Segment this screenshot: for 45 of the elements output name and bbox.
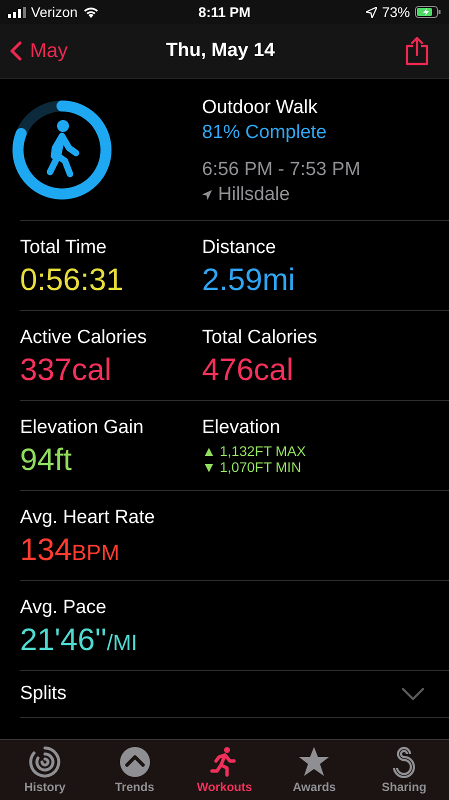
metric-value: 0:56:31 xyxy=(20,262,124,298)
share-button[interactable] xyxy=(404,36,429,66)
location-name: Hillsdale xyxy=(218,184,290,206)
chevron-left-icon xyxy=(10,41,22,61)
back-button[interactable]: May xyxy=(10,40,68,62)
elevation-range: ▲ 1,132FT MAX xyxy=(202,443,307,459)
completion-text: 81% Complete xyxy=(202,122,328,144)
metric-label: Distance xyxy=(202,237,277,259)
metric-value: 134BPM xyxy=(20,532,120,568)
metric-value: 21'46''/MI xyxy=(20,622,138,658)
metric-label: Elevation Gain xyxy=(20,417,145,439)
metric-value: 2.59mi xyxy=(202,262,296,298)
tab-item[interactable]: Trends xyxy=(94,746,175,794)
metric-label: Total Time xyxy=(20,237,108,259)
metric-label: Elevation xyxy=(202,417,282,439)
star-icon xyxy=(298,746,330,778)
walking-figure-icon xyxy=(46,120,80,177)
signal-icon xyxy=(8,6,26,18)
carrier-name: Verizon xyxy=(31,4,78,20)
metric-value: 476cal xyxy=(202,352,294,388)
tab-item[interactable]: Awards xyxy=(274,746,354,794)
tab-item[interactable]: Workouts xyxy=(184,746,264,794)
metric-value: 94ft xyxy=(20,442,73,478)
metric-label: Avg. Heart Rate xyxy=(20,507,156,529)
tab-item[interactable]: Sharing xyxy=(364,746,444,794)
chevron-up-circle-icon xyxy=(118,746,151,778)
metric-label: Avg. Pace xyxy=(20,597,108,619)
metric-label: Total Calories xyxy=(202,327,318,349)
location-arrow-icon xyxy=(366,6,377,18)
time-range: 6:56 PM - 7:53 PM xyxy=(202,159,360,181)
workout-name: Outdoor Walk xyxy=(202,97,318,119)
elevation-range: ▼ 1,070FT MIN xyxy=(202,459,302,475)
nav-title: Thu, May 14 xyxy=(166,40,275,62)
clock-time: 8:11 PM xyxy=(198,4,251,20)
battery-percent: 73% xyxy=(382,4,410,20)
location-arrow-icon xyxy=(202,190,212,200)
tab-item[interactable]: History xyxy=(4,746,85,794)
wifi-icon xyxy=(82,6,99,18)
rings-icon xyxy=(28,746,61,778)
battery-icon xyxy=(414,6,441,18)
share-icon xyxy=(404,36,429,66)
section-title[interactable]: Splits xyxy=(20,683,66,705)
metric-value: 337cal xyxy=(20,352,112,388)
chevron-icon[interactable] xyxy=(401,687,425,701)
metric-label: Active Calories xyxy=(20,327,148,349)
